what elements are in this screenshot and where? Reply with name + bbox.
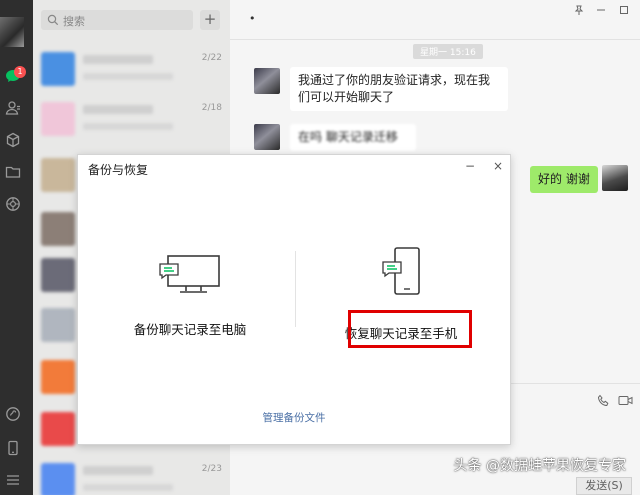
- maximize-icon[interactable]: [619, 5, 629, 15]
- voice-call-icon[interactable]: [597, 394, 610, 407]
- conversation-avatar: [41, 102, 75, 136]
- miniprogram-icon[interactable]: [5, 406, 21, 422]
- search-box[interactable]: 搜索: [41, 10, 193, 30]
- conversation-preview: [83, 484, 173, 491]
- phone-device-icon: [382, 247, 420, 295]
- conversation-avatar: [41, 308, 75, 342]
- backup-to-pc-option[interactable]: 备份聊天记录至电脑: [90, 250, 290, 360]
- watermark-text: 头条 @数据蛙苹果恢复专家: [453, 458, 626, 474]
- conversation-preview: [83, 123, 173, 130]
- user-avatar[interactable]: [0, 17, 24, 47]
- conversation-date: 2/18: [201, 103, 222, 113]
- cube-icon[interactable]: [5, 132, 21, 148]
- minimize-icon[interactable]: [596, 5, 606, 15]
- highlight-box: [348, 310, 472, 348]
- conversation-avatar: [41, 463, 75, 495]
- pin-icon[interactable]: [574, 5, 584, 15]
- backup-to-pc-label: 备份聊天记录至电脑: [133, 322, 247, 337]
- list-item[interactable]: 2/18: [33, 94, 230, 144]
- contact-avatar[interactable]: [254, 68, 280, 94]
- chat-header: •: [230, 0, 640, 40]
- unread-badge: 1: [14, 66, 26, 78]
- menu-icon[interactable]: [5, 472, 21, 488]
- my-message-bubble[interactable]: 好的 谢谢: [530, 166, 598, 193]
- dialog-minimize-button[interactable]: −: [465, 159, 475, 173]
- restore-to-phone-option[interactable]: 恢复聊天记录至手机: [301, 247, 501, 360]
- contact-avatar[interactable]: [254, 124, 280, 150]
- folder-icon[interactable]: [5, 164, 21, 180]
- manage-backup-files-link[interactable]: 管理备份文件: [78, 410, 510, 425]
- list-item[interactable]: 2/23: [33, 455, 230, 495]
- search-placeholder: 搜索: [63, 15, 85, 28]
- send-button[interactable]: 发送(S): [576, 477, 632, 495]
- conversation-name: [83, 466, 153, 475]
- option-divider: [295, 251, 296, 327]
- phone-icon[interactable]: [5, 440, 21, 456]
- message-bubble[interactable]: 在吗 聊天记录迁移: [290, 124, 416, 151]
- conversation-date: 2/23: [201, 464, 222, 474]
- message-timestamp: 星期一 15:16: [413, 44, 483, 59]
- chat-title: •: [249, 12, 256, 25]
- conversation-date: 2/22: [201, 53, 222, 63]
- contacts-icon[interactable]: [5, 100, 21, 116]
- conversation-avatar: [41, 258, 75, 292]
- conversation-name: [83, 105, 153, 114]
- search-icon: [47, 14, 59, 26]
- my-avatar[interactable]: [602, 165, 628, 191]
- backup-restore-dialog: 备份与恢复 − × 备份聊天记录至电脑 恢复聊天记录至手机 管理备份文件: [77, 154, 511, 445]
- list-item[interactable]: 2/22: [33, 44, 230, 94]
- nav-rail: 1: [0, 0, 33, 495]
- conversation-preview: [83, 73, 173, 80]
- moments-icon[interactable]: [5, 196, 21, 212]
- conversation-avatar: [41, 360, 75, 394]
- video-call-icon[interactable]: [618, 394, 633, 407]
- conversation-avatar: [41, 52, 75, 86]
- add-button[interactable]: +: [200, 10, 220, 30]
- conversation-avatar: [41, 158, 75, 192]
- message-bubble[interactable]: 我通过了你的朋友验证请求，现在我们可以开始聊天了: [290, 67, 508, 111]
- conversation-avatar: [41, 212, 75, 246]
- conversation-name: [83, 55, 153, 64]
- dialog-close-button[interactable]: ×: [493, 159, 503, 173]
- dialog-title: 备份与恢复: [88, 163, 149, 177]
- monitor-icon: [159, 255, 220, 293]
- conversation-avatar: [41, 412, 75, 446]
